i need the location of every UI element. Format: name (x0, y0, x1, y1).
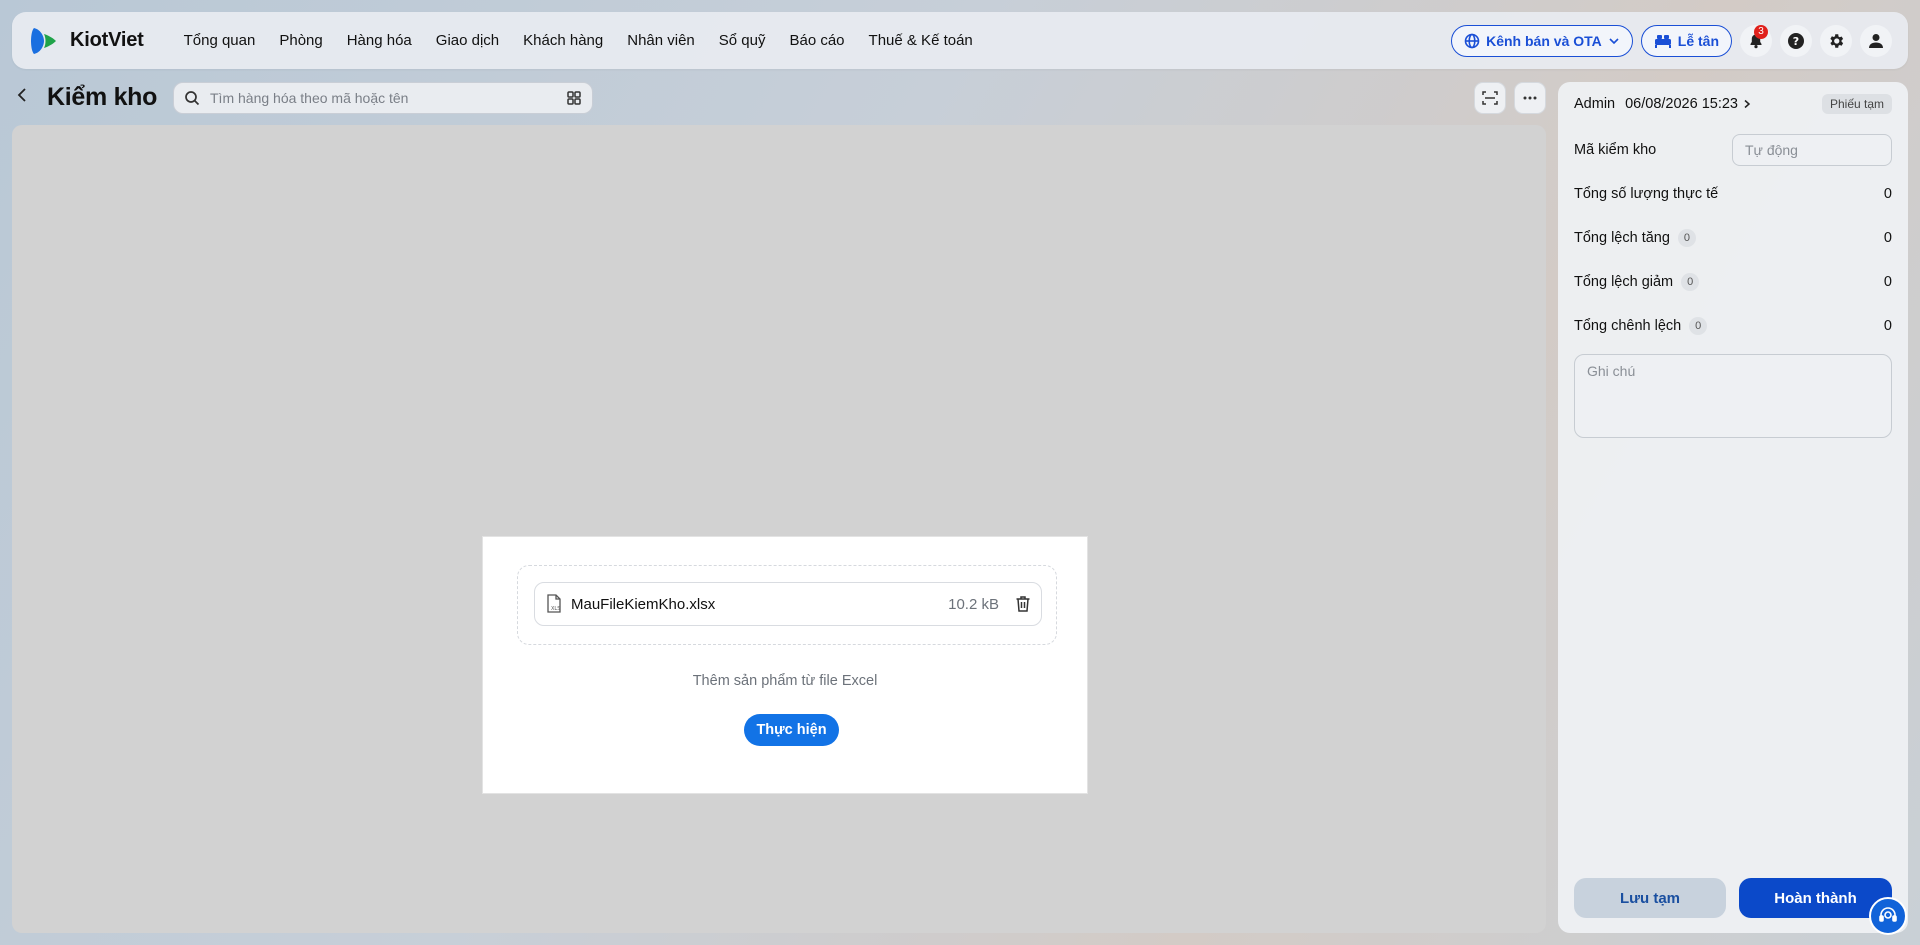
notifications-button[interactable]: 3 (1740, 24, 1772, 57)
more-horizontal-icon (1523, 96, 1537, 100)
more-options-button[interactable] (1514, 82, 1546, 114)
chevron-right-icon (1744, 99, 1751, 109)
file-name: MauFileKiemKho.xlsx (571, 595, 716, 613)
decrease-value: 0 (1883, 274, 1892, 290)
total-actual-value: 0 (1883, 186, 1892, 202)
datetime-selector[interactable]: 06/08/2026 15:23 (1625, 96, 1752, 112)
decrease-row: Tổng lệch giảm 0 0 (1574, 270, 1892, 294)
nav-customers[interactable]: Khách hàng (511, 21, 615, 61)
execute-import-button[interactable]: Thực hiện (744, 714, 839, 746)
total-actual-label: Tổng số lượng thực tế (1574, 186, 1719, 202)
globe-icon (1464, 33, 1480, 48)
user-icon (1869, 33, 1883, 48)
nav-reports[interactable]: Báo cáo (777, 21, 856, 61)
search-icon (185, 91, 200, 106)
sales-channel-label: Kênh bán và OTA (1486, 32, 1602, 49)
status-badge: Phiếu tạm (1821, 94, 1892, 114)
import-excel-dialog: XLS MauFileKiemKho.xlsx 10.2 kB Thêm sản… (482, 536, 1088, 794)
chevron-down-icon (1609, 37, 1619, 44)
sales-channel-dropdown[interactable]: Kênh bán và OTA (1451, 24, 1633, 57)
grid-icon[interactable] (566, 90, 582, 106)
support-chat-button[interactable] (1869, 897, 1907, 935)
reception-button[interactable]: Lễ tân (1640, 24, 1732, 57)
chevron-left-icon (17, 88, 26, 102)
inventory-check-panel: Admin 06/08/2026 15:23 Phiếu tạm Mã kiểm… (1558, 82, 1908, 933)
product-search-input[interactable] (210, 90, 556, 106)
help-button[interactable]: ? (1780, 24, 1812, 57)
svg-text:?: ? (1793, 35, 1799, 48)
decrease-label: Tổng lệch giảm (1574, 274, 1674, 290)
trash-icon[interactable] (1015, 595, 1031, 613)
page-title: Kiểm kho (47, 83, 158, 111)
increase-row: Tổng lệch tăng 0 0 (1574, 226, 1892, 250)
nav-products[interactable]: Hàng hóa (335, 21, 424, 61)
back-button[interactable] (14, 86, 32, 104)
nav-tax-accounting[interactable]: Thuế & Kế toán (857, 21, 985, 61)
notification-count-badge: 3 (1754, 24, 1768, 39)
difference-label: Tổng chênh lệch (1574, 318, 1682, 334)
account-button[interactable] (1860, 24, 1892, 57)
file-size: 10.2 kB (948, 595, 999, 613)
reception-label: Lễ tân (1677, 32, 1719, 49)
headset-icon (1879, 907, 1897, 922)
increase-count-badge: 0 (1677, 229, 1696, 247)
code-row: Mã kiểm kho (1574, 134, 1892, 166)
nav-cashbook[interactable]: Sổ quỹ (707, 21, 778, 61)
scan-barcode-button[interactable] (1474, 82, 1506, 114)
difference-row: Tổng chênh lệch 0 0 (1574, 314, 1892, 338)
decrease-count-badge: 0 (1681, 273, 1700, 291)
help-icon: ? (1788, 32, 1804, 49)
gear-icon (1830, 33, 1844, 48)
excel-file-icon: XLS (547, 594, 561, 613)
kiotviet-logo[interactable]: KiotViet (28, 24, 144, 58)
bed-icon (1654, 34, 1671, 48)
import-hint: Thêm sản phẩm từ file Excel (692, 673, 878, 689)
app-name: KiotViet (70, 29, 144, 51)
nav-rooms[interactable]: Phòng (267, 21, 334, 61)
main-content-area: XLS MauFileKiemKho.xlsx 10.2 kB Thêm sản… (12, 125, 1546, 933)
nav-overview[interactable]: Tổng quan (172, 21, 268, 61)
nav-staff[interactable]: Nhân viên (615, 21, 707, 61)
increase-value: 0 (1883, 230, 1892, 246)
kiotviet-logo-icon (28, 24, 62, 58)
product-search (173, 82, 593, 114)
difference-value: 0 (1883, 318, 1892, 334)
total-actual-row: Tổng số lượng thực tế 0 (1574, 182, 1892, 206)
code-label: Mã kiểm kho (1574, 142, 1657, 158)
creator-row: Admin 06/08/2026 15:23 Phiếu tạm (1574, 92, 1892, 116)
inventory-code-input[interactable] (1732, 134, 1892, 166)
settings-button[interactable] (1820, 24, 1852, 57)
note-textarea[interactable] (1574, 354, 1892, 438)
nav-transactions[interactable]: Giao dịch (424, 21, 511, 61)
creator-name: Admin (1574, 96, 1616, 112)
save-draft-button[interactable]: Lưu tạm (1574, 878, 1726, 918)
main-nav: Tổng quan Phòng Hàng hóa Giao dịch Khách… (172, 21, 985, 61)
created-datetime: 06/08/2026 15:23 (1625, 96, 1738, 112)
top-navbar: KiotViet Tổng quan Phòng Hàng hóa Giao d… (12, 12, 1908, 69)
increase-label: Tổng lệch tăng (1574, 230, 1670, 246)
svg-text:XLS: XLS (551, 606, 560, 612)
file-dropzone[interactable]: XLS MauFileKiemKho.xlsx 10.2 kB (517, 565, 1057, 645)
scan-icon (1482, 91, 1498, 105)
uploaded-file-item: XLS MauFileKiemKho.xlsx 10.2 kB (534, 582, 1042, 626)
difference-count-badge: 0 (1689, 317, 1708, 335)
